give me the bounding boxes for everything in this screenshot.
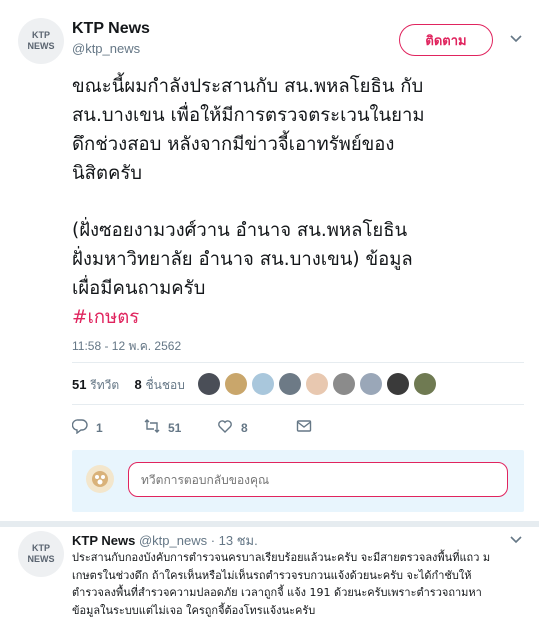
reply-button[interactable]: 1 bbox=[71, 418, 144, 437]
reply-tweet-header: KTP News @ktp_news · 13 ชม. bbox=[72, 530, 258, 551]
liker-avatar[interactable] bbox=[225, 373, 247, 395]
liker-avatar[interactable] bbox=[306, 373, 328, 395]
avatar[interactable]: KTP NEWS bbox=[18, 18, 64, 64]
chevron-down-icon[interactable] bbox=[510, 32, 522, 46]
envelope-icon bbox=[296, 418, 312, 437]
engagement-stats: 51 รีทวีต 8 ชื่นชอบ bbox=[72, 376, 185, 395]
likes-stat[interactable]: 8 ชื่นชอบ bbox=[134, 377, 185, 392]
display-name[interactable]: KTP News bbox=[72, 20, 150, 38]
liker-avatar[interactable] bbox=[333, 373, 355, 395]
reply-input[interactable] bbox=[128, 462, 508, 497]
liker-avatar[interactable] bbox=[252, 373, 274, 395]
avatar-text-bottom: NEWS bbox=[27, 554, 55, 564]
liker-avatar[interactable] bbox=[279, 373, 301, 395]
hashtag-link[interactable]: #เกษตร bbox=[72, 303, 522, 332]
retweet-button[interactable]: 51 bbox=[144, 418, 217, 437]
direct-message-button[interactable] bbox=[296, 418, 312, 437]
tweet-text: ขณะนี้ผมกำลังประสานกับ สน.พหลโยธิน กับ ส… bbox=[72, 72, 522, 332]
thread-separator bbox=[0, 521, 539, 527]
reply-text-line: ประสานกับกองบังคับการตำรวจนครบาลเรียบร้อ… bbox=[72, 551, 491, 564]
tweet-text-line: สน.บางเขน เพื่อให้มีการตรวจตระเวนในยาม bbox=[72, 105, 425, 126]
retweets-count: 51 bbox=[72, 377, 87, 392]
tweet-timestamp[interactable]: 11:58 - 12 พ.ค. 2562 bbox=[72, 337, 181, 356]
liker-avatar[interactable] bbox=[387, 373, 409, 395]
reply-tweet-text: ประสานกับกองบังคับการตำรวจนครบาลเรียบร้อ… bbox=[72, 549, 532, 618]
tweet-text-line: ฝั่งมหาวิทยาลัย อำนาจ สน.บางเขน) ข้อมูล bbox=[72, 249, 413, 270]
retweet-count: 51 bbox=[168, 420, 182, 435]
retweet-icon bbox=[144, 418, 160, 437]
reply-icon bbox=[71, 418, 88, 437]
divider bbox=[72, 404, 524, 405]
like-count: 8 bbox=[241, 420, 248, 435]
user-avatar bbox=[86, 465, 114, 493]
reply-count: 1 bbox=[96, 420, 103, 435]
tweet-text-line: ขณะนี้ผมกำลังประสานกับ สน.พหลโยธิน กับ bbox=[72, 76, 424, 97]
user-handle[interactable]: @ktp_news bbox=[72, 41, 140, 56]
tweet-text-line: นิสิตครับ bbox=[72, 163, 143, 184]
liker-avatars bbox=[198, 373, 436, 395]
display-name[interactable]: KTP News bbox=[72, 533, 135, 548]
liker-avatar[interactable] bbox=[360, 373, 382, 395]
likes-label: ชื่นชอบ bbox=[145, 378, 185, 392]
reply-text-line: ตำรวจลงพื้นที่สำรวจความปลอดภัย เวลาถูกจี… bbox=[72, 586, 482, 599]
heart-icon bbox=[217, 418, 233, 437]
avatar-text-top: KTP bbox=[32, 30, 50, 40]
tweet-text-line: (ฝั่งซอยงามวงศ์วาน อำนาจ สน.พหลโยธิน bbox=[72, 220, 408, 241]
retweets-label: รีทวีต bbox=[90, 378, 120, 392]
likes-count: 8 bbox=[134, 377, 142, 392]
retweets-stat[interactable]: 51 รีทวีต bbox=[72, 377, 120, 392]
reply-text-line: เกษตรในช่วงดึก ถ้าใครเห็นหรือไม่เห็นรถตำ… bbox=[72, 568, 472, 582]
chevron-down-icon[interactable] bbox=[510, 533, 522, 547]
divider bbox=[72, 362, 524, 363]
avatar[interactable]: KTP NEWS bbox=[18, 531, 64, 577]
follow-button[interactable]: ติดตาม bbox=[399, 24, 493, 56]
tweet-text-line: เผื่อมีคนถามครับ bbox=[72, 278, 206, 299]
tweet-actions: 1 51 8 bbox=[71, 418, 312, 437]
tweet-text-line: ดึกช่วงสอบ หลังจากมีข่าวจี้เอาทรัพย์ของ bbox=[72, 134, 395, 155]
reply-text-line: ข้อมูลในระบบแต่ไม่เจอ ใครถูกจี้ต้องโทรแจ… bbox=[72, 603, 316, 617]
liker-avatar[interactable] bbox=[198, 373, 220, 395]
avatar-text-bottom: NEWS bbox=[27, 41, 55, 51]
like-button[interactable]: 8 bbox=[217, 418, 296, 437]
avatar-text-top: KTP bbox=[32, 543, 50, 553]
liker-avatar[interactable] bbox=[414, 373, 436, 395]
reply-meta[interactable]: @ktp_news · 13 ชม. bbox=[139, 533, 258, 548]
